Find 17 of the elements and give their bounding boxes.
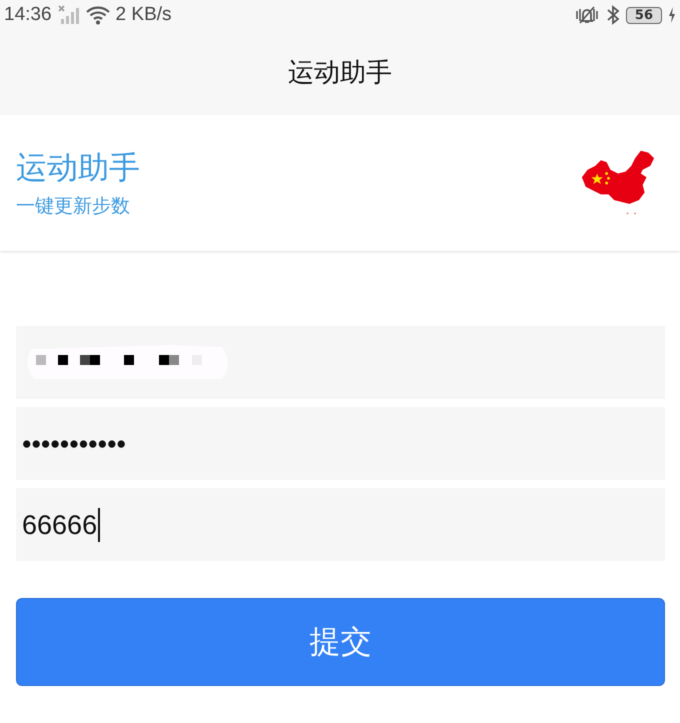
header-title: 运动助手 bbox=[16, 149, 140, 188]
submit-button[interactable]: 提交 bbox=[16, 598, 665, 686]
charging-icon bbox=[668, 6, 676, 24]
input-field[interactable]: ••••••••••• bbox=[16, 407, 665, 480]
field-value: ••••••••••• bbox=[22, 428, 127, 460]
battery-indicator: 56 bbox=[626, 6, 662, 24]
input-field[interactable] bbox=[16, 326, 665, 399]
wifi-icon bbox=[86, 5, 110, 25]
app-title: 运动助手 bbox=[288, 57, 392, 90]
clock-time: 14:36 bbox=[4, 4, 52, 26]
field-value: 66666 bbox=[22, 508, 100, 542]
input-field[interactable]: 66666 bbox=[16, 488, 665, 561]
network-speed: 2 KB/s bbox=[116, 4, 172, 26]
header-subtitle: 一键更新步数 bbox=[16, 194, 131, 219]
signal-icon bbox=[58, 5, 80, 25]
bluetooth-icon bbox=[606, 5, 620, 25]
vibrate-icon bbox=[574, 5, 600, 25]
